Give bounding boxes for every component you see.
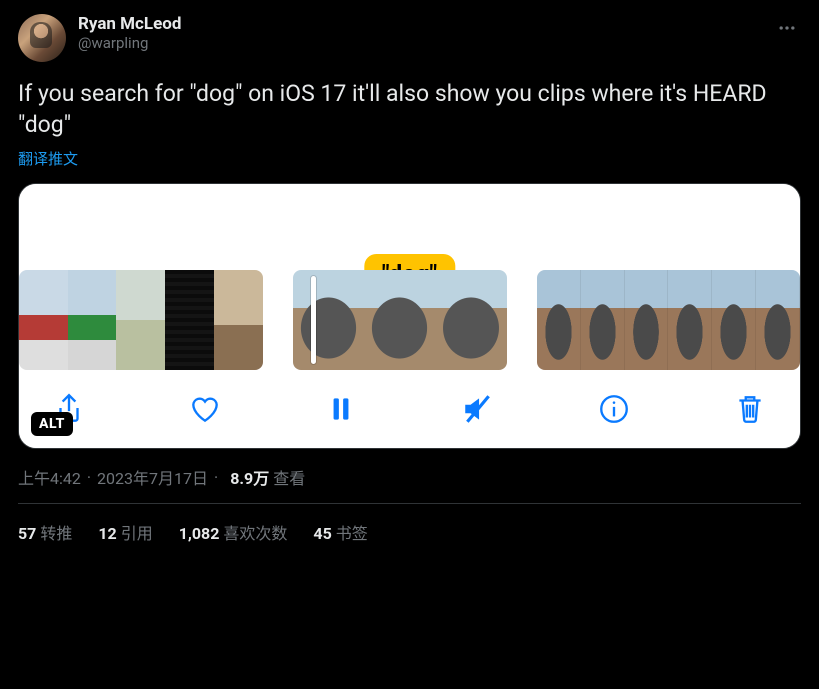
clip-thumb bbox=[668, 270, 712, 370]
stat-bookmarks[interactable]: 45 书签 bbox=[313, 520, 367, 544]
stat-number: 57 bbox=[18, 524, 36, 543]
stat-label: 转推 bbox=[40, 524, 72, 543]
stat-retweets[interactable]: 57转推 bbox=[18, 520, 72, 544]
trash-icon[interactable] bbox=[728, 387, 772, 431]
clip-thumb bbox=[712, 270, 756, 370]
clip-group[interactable] bbox=[537, 270, 800, 370]
tweet-header: Ryan McLeod @warpling bbox=[18, 14, 801, 62]
clip-group[interactable] bbox=[19, 270, 263, 370]
clip-thumb bbox=[116, 270, 165, 370]
views-count[interactable]: 8.9万 bbox=[230, 465, 269, 489]
stat-label: 书签 bbox=[336, 524, 368, 543]
clip-thumb bbox=[435, 270, 506, 370]
display-name[interactable]: Ryan McLeod bbox=[78, 14, 777, 34]
clip-thumb bbox=[165, 270, 214, 370]
playhead-indicator[interactable] bbox=[311, 276, 316, 364]
stat-quotes[interactable]: 12 引用 bbox=[98, 520, 152, 544]
alt-badge[interactable]: ALT bbox=[31, 412, 73, 436]
stat-number: 45 bbox=[313, 524, 331, 543]
clip-thumb bbox=[19, 270, 68, 370]
translate-link[interactable]: 翻译推文 bbox=[18, 148, 78, 169]
stat-likes[interactable]: 1,082喜欢次数 bbox=[179, 520, 288, 544]
clip-thumb bbox=[68, 270, 117, 370]
clip-thumb bbox=[537, 270, 581, 370]
pause-icon[interactable] bbox=[319, 387, 363, 431]
tweet-meta: 上午4:42 · 2023年7月17日 · 8.9万 查看 bbox=[18, 465, 801, 489]
clip-thumb bbox=[364, 270, 435, 370]
heart-icon[interactable] bbox=[183, 387, 227, 431]
stat-number: 1,082 bbox=[179, 524, 220, 543]
clip-thumb bbox=[625, 270, 669, 370]
tweet: Ryan McLeod @warpling If you search for … bbox=[0, 0, 819, 552]
clip-thumb bbox=[214, 270, 263, 370]
tweet-text: If you search for "dog" on iOS 17 it'll … bbox=[18, 78, 801, 140]
more-icon[interactable] bbox=[777, 14, 801, 38]
views-label: 查看 bbox=[273, 465, 305, 489]
media-card[interactable]: "dog" bbox=[18, 183, 801, 449]
mute-icon[interactable] bbox=[456, 387, 500, 431]
clip-group[interactable] bbox=[293, 270, 507, 370]
clip-thumb bbox=[293, 270, 364, 370]
clip-thumb bbox=[581, 270, 625, 370]
stat-label: 喜欢次数 bbox=[223, 524, 287, 543]
clip-scrubber[interactable] bbox=[19, 270, 800, 370]
tweet-time[interactable]: 上午4:42 bbox=[18, 465, 81, 489]
tweet-date[interactable]: 2023年7月17日 bbox=[97, 465, 208, 489]
tweet-stats: 57转推 12 引用 1,082喜欢次数 45 书签 bbox=[18, 504, 801, 552]
meta-separator: · bbox=[87, 468, 91, 487]
stat-label: 引用 bbox=[121, 524, 153, 543]
avatar[interactable] bbox=[18, 14, 66, 62]
meta-separator: · bbox=[214, 468, 218, 487]
handle[interactable]: @warpling bbox=[78, 34, 777, 54]
info-icon[interactable] bbox=[592, 387, 636, 431]
stat-number: 12 bbox=[98, 524, 116, 543]
media-toolbar bbox=[19, 370, 800, 448]
clip-thumb bbox=[756, 270, 800, 370]
author-names: Ryan McLeod @warpling bbox=[78, 14, 777, 54]
